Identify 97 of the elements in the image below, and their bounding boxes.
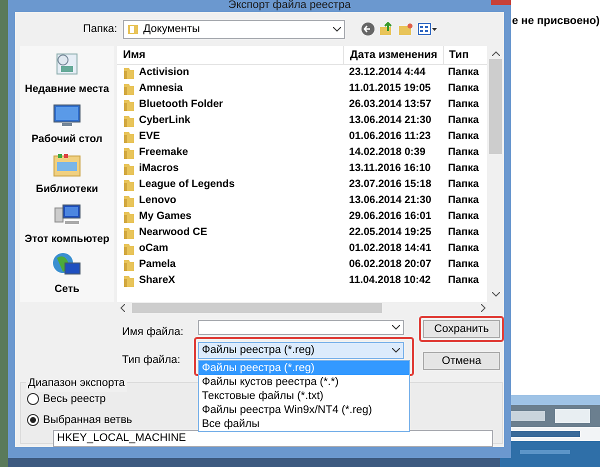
folder-icon — [123, 82, 135, 96]
dialog-button[interactable]: Сохранить — [423, 320, 500, 338]
table-cell-text: Папка — [448, 161, 479, 176]
folder-icon — [123, 274, 135, 288]
file-name[interactable]: Pamela — [139, 257, 176, 273]
table-cell-text: Папка — [448, 241, 479, 256]
radio-button[interactable] — [27, 414, 39, 426]
file-name[interactable]: Nearwood CE — [139, 225, 208, 241]
scrollbar-thumb[interactable] — [489, 59, 502, 154]
table-cell-text: Папка — [448, 193, 479, 208]
folder-icon — [123, 114, 135, 128]
file-name-label: Имя файла: — [122, 325, 184, 340]
folder-icon — [123, 258, 135, 272]
folder-icon — [123, 178, 135, 192]
folder-icon — [123, 210, 135, 224]
table-cell-text: 11.01.2015 19:05 — [349, 81, 431, 96]
radio-label[interactable]: Весь реестр — [43, 391, 106, 408]
folder-combobox[interactable]: Документы — [123, 20, 346, 38]
file-name[interactable]: My Games — [139, 209, 192, 225]
chevron-down-icon[interactable] — [492, 292, 500, 297]
window-text: е не присвоено) — [512, 14, 600, 29]
up-folder-icon[interactable] — [380, 22, 394, 36]
place-item[interactable]: Недавние места — [24, 82, 110, 98]
branch-field[interactable]: HKEY_LOCAL_MACHINE — [53, 430, 493, 447]
table-cell-text: 23.07.2016 15:18 — [349, 177, 432, 192]
file-name[interactable]: Freemake — [139, 145, 188, 161]
scrollbar-thumb[interactable] — [132, 303, 382, 313]
radio-label[interactable]: Выбранная ветвь — [43, 412, 132, 428]
column-header[interactable]: Имя — [117, 46, 343, 64]
place-item[interactable]: Сеть — [54, 282, 80, 298]
file-name[interactable]: Activision — [139, 65, 190, 81]
chevron-right-icon[interactable] — [481, 304, 486, 312]
dropdown-option[interactable]: Все файлы — [198, 417, 409, 431]
file-name[interactable]: Bluetooth Folder — [139, 97, 223, 113]
table-cell-text: 23.12.2014 4:44 — [349, 65, 426, 80]
folder-icon — [123, 130, 135, 144]
file-type-label: Тип файла: — [122, 352, 182, 368]
dropdown-option[interactable]: Файлы кустов реестра (*.*) — [198, 375, 409, 389]
new-folder-icon[interactable] — [399, 22, 414, 36]
table-cell-text: 06.02.2018 20:07 — [349, 257, 432, 272]
folder-icon — [123, 226, 135, 240]
table-cell-text: Папка — [448, 81, 479, 96]
folder-icon — [123, 146, 135, 160]
table-cell-text: Папка — [448, 113, 479, 128]
window-title: Экспорт файла реестра — [227, 0, 352, 11]
chevron-up-icon[interactable] — [492, 51, 500, 56]
file-name[interactable]: League of Legends — [139, 177, 235, 193]
chevron-down-icon — [333, 26, 342, 32]
table-cell-text: 22.05.2014 19:25 — [349, 225, 432, 240]
table-cell-text: 29.06.2016 16:01 — [349, 209, 432, 224]
table-cell-text: 14.02.2018 0:39 — [349, 145, 426, 160]
table-cell-text: Папка — [448, 97, 479, 112]
table-cell-text: Папка — [448, 145, 479, 160]
table-cell-text: Папка — [448, 129, 479, 144]
file-name[interactable]: ShareX — [139, 273, 176, 289]
dropdown-option[interactable]: Файлы реестра Win9x/NT4 (*.reg) — [198, 403, 409, 417]
table-cell-text: Папка — [448, 273, 479, 288]
back-icon[interactable] — [361, 22, 376, 36]
folder-icon — [123, 194, 135, 208]
table-cell-text: 13.11.2016 16:10 — [349, 161, 431, 176]
chevron-left-icon[interactable] — [120, 304, 125, 312]
folder-icon — [123, 162, 135, 176]
file-name-field[interactable] — [198, 320, 404, 335]
file-name[interactable]: Lenovo — [139, 193, 176, 209]
place-item[interactable]: Библиотеки — [36, 182, 98, 198]
group-title: Диапазон экспорта — [26, 375, 127, 392]
folder-icon — [123, 98, 135, 112]
view-menu-icon[interactable] — [418, 23, 438, 35]
table-cell-text: 01.06.2016 11:23 — [349, 129, 431, 144]
table-cell-text: Папка — [448, 177, 479, 192]
column-header[interactable]: Дата изменения — [343, 46, 443, 64]
folder-label: Папка: — [83, 22, 118, 37]
table-cell-text: Папка — [448, 225, 479, 240]
file-name[interactable]: iMacros — [139, 161, 179, 177]
radio-button[interactable] — [27, 393, 39, 406]
folder-icon — [123, 242, 135, 256]
place-item[interactable]: Рабочий стол — [32, 132, 102, 148]
folder-icon — [123, 66, 135, 80]
table-cell-text: 13.06.2014 21:30 — [349, 113, 432, 128]
file-name[interactable]: CyberLink — [139, 113, 190, 129]
table-cell-text: 01.02.2018 14:41 — [349, 241, 432, 256]
file-name[interactable]: oCam — [139, 241, 168, 257]
table-cell-text: Папка — [448, 209, 479, 224]
table-cell-text: Папка — [448, 65, 479, 80]
table-cell-text: 11.04.2018 10:42 — [349, 273, 431, 288]
table-cell-text: 26.03.2014 13:57 — [349, 97, 432, 112]
dropdown-option[interactable]: Текстовые файлы (*.txt) — [198, 389, 409, 403]
table-cell-text: 13.06.2014 21:30 — [349, 193, 432, 208]
file-name[interactable]: EVE — [139, 129, 160, 145]
chevron-down-icon — [392, 348, 400, 353]
chevron-down-icon — [392, 325, 400, 330]
table-cell-text: Папка — [448, 257, 479, 272]
place-item[interactable]: Этот компьютер — [24, 232, 110, 248]
folder-icon — [127, 23, 140, 35]
file-type-combobox[interactable]: Файлы реестра (*.reg) — [198, 342, 404, 359]
dialog-button[interactable]: Отмена — [423, 352, 500, 370]
file-name[interactable]: Amnesia — [139, 81, 183, 97]
